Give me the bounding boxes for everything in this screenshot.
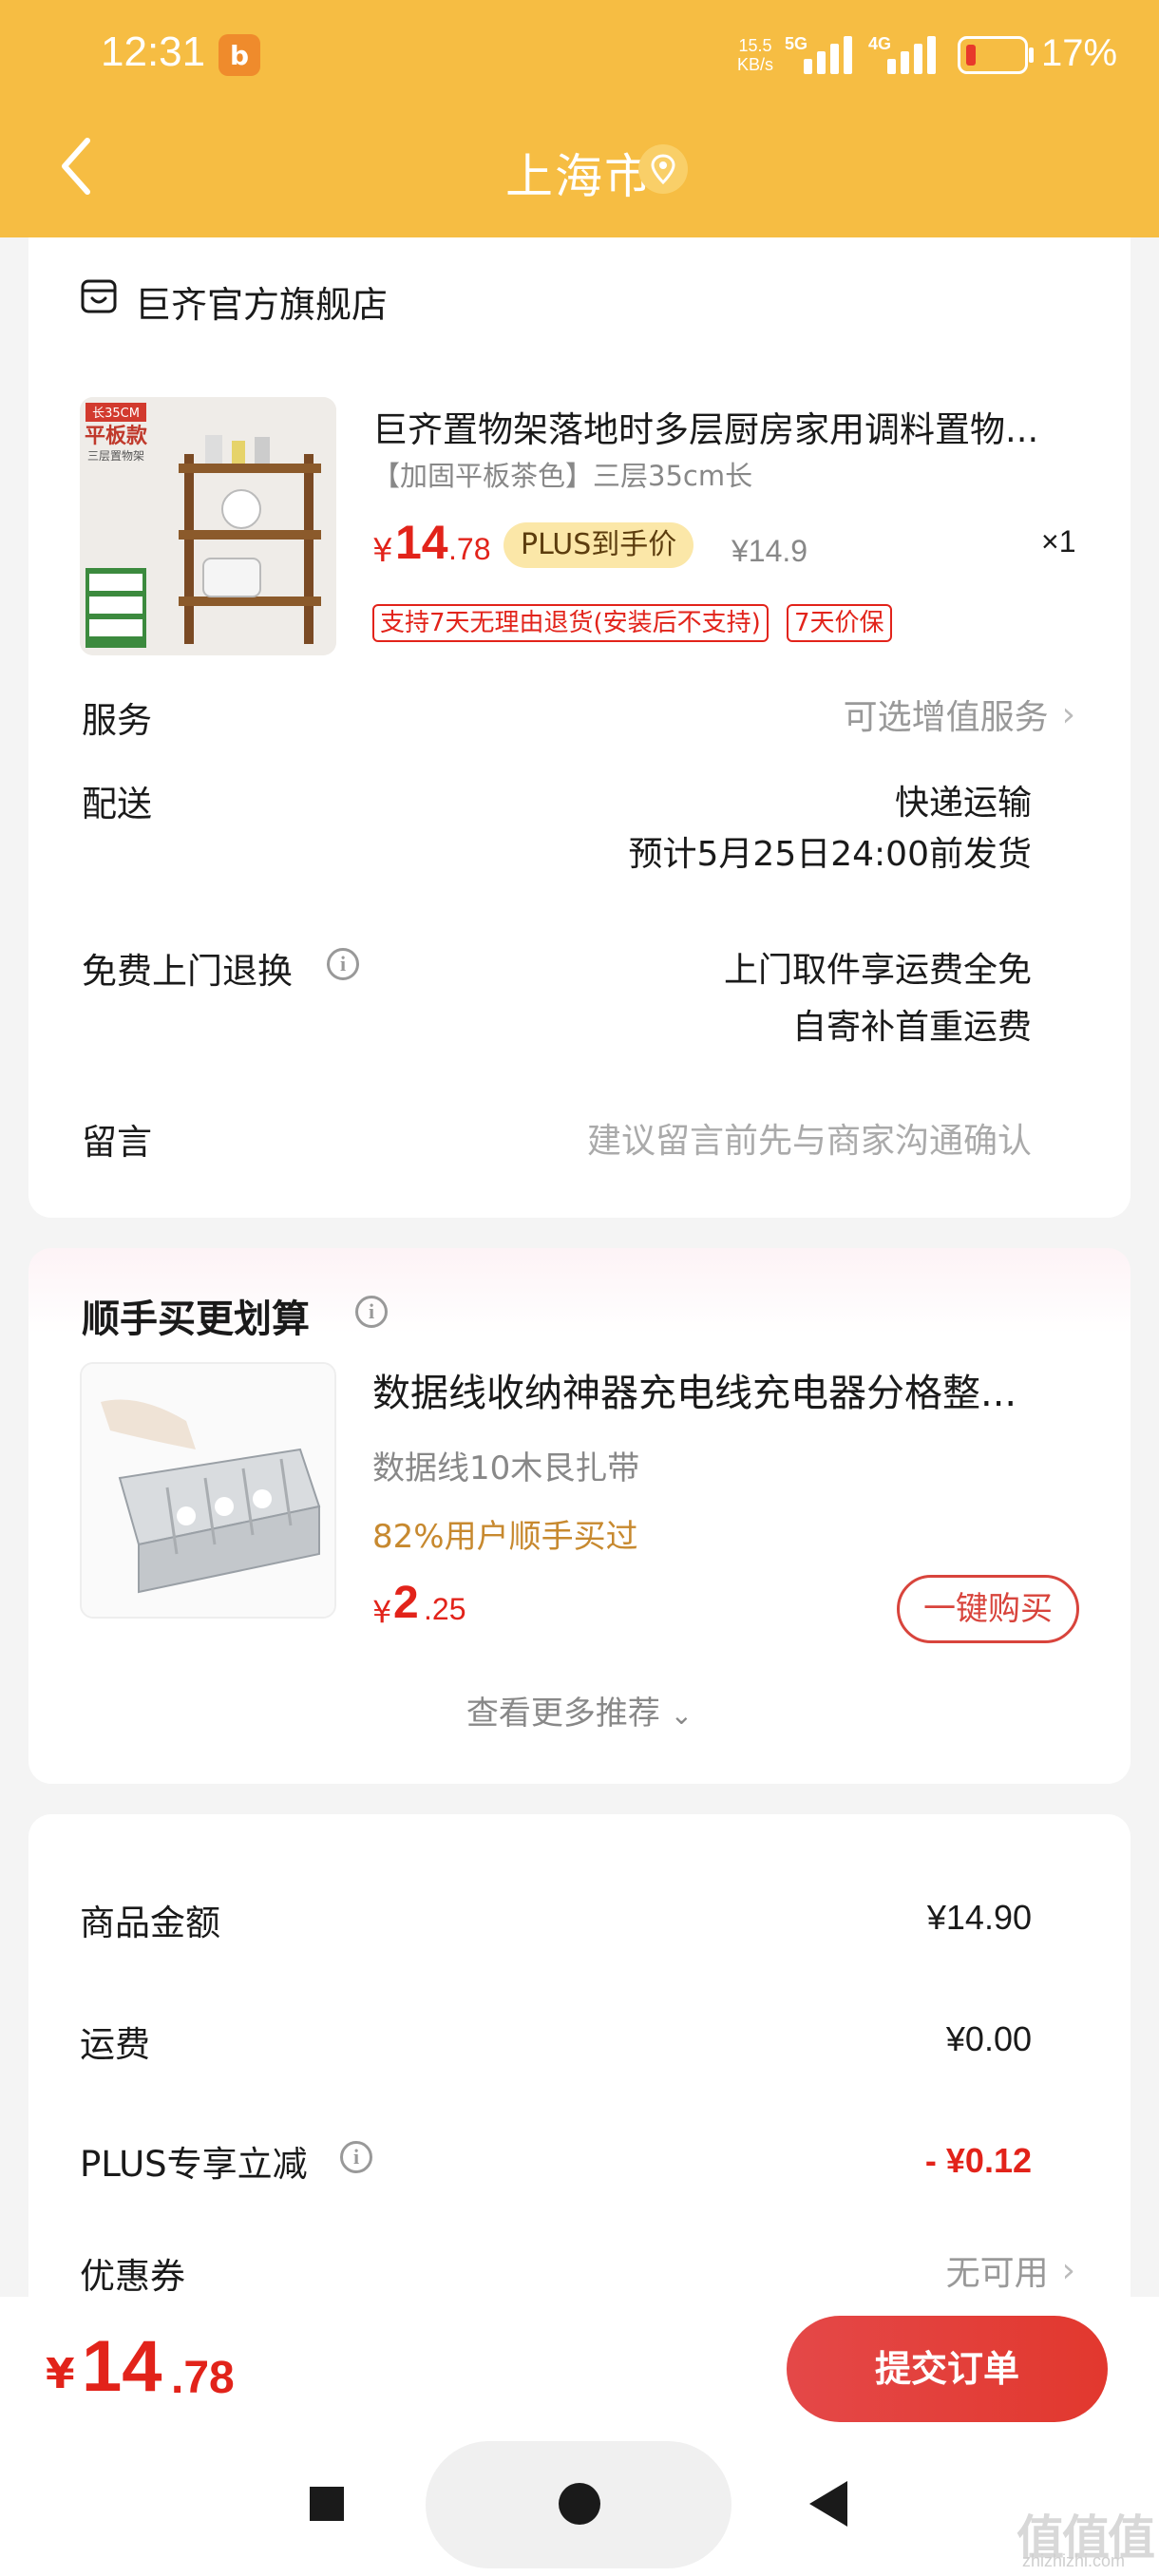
- more-recommendations-link[interactable]: 查看更多推荐 ⌄: [28, 1687, 1130, 1733]
- shop-icon: [81, 279, 117, 313]
- info-icon[interactable]: i: [355, 1296, 388, 1328]
- app-notification-icon: b: [218, 34, 260, 76]
- coupon-selector[interactable]: 无可用 ›: [946, 2245, 1075, 2295]
- quantity: ×1: [1041, 524, 1076, 559]
- price-protect-tag: 7天价保: [787, 604, 892, 642]
- original-price: ¥14.9: [732, 534, 808, 568]
- chevron-right-icon: ›: [1061, 694, 1075, 734]
- page-title[interactable]: 上海市: [0, 139, 1159, 207]
- checkout-bar: ¥ 14 .78 提交订单: [0, 2297, 1159, 2430]
- back-triangle-icon[interactable]: [808, 2479, 849, 2529]
- plus-discount-label: PLUS专享立减: [80, 2144, 308, 2185]
- coupon-value: 无可用: [945, 2254, 1049, 2293]
- price-symbol: ¥: [372, 532, 393, 570]
- watermark-url: zhizhizhi.com: [1022, 2551, 1126, 2570]
- shop-name[interactable]: 巨齐官方旗舰店: [135, 275, 388, 328]
- delivery-eta: 预计5月25日24:00前发货: [628, 835, 1032, 874]
- product-image[interactable]: 长35CM 平板款 三层置物架: [80, 397, 336, 655]
- return-line2: 自寄补首重运费: [791, 1008, 1032, 1047]
- home-circle-icon[interactable]: [559, 2483, 600, 2525]
- goods-amount-value: ¥14.90: [926, 1898, 1032, 1937]
- recommend-title: 顺手买更划算: [82, 1297, 310, 1341]
- image-label-sub: 三层置物架: [87, 449, 144, 463]
- one-click-buy-button[interactable]: 一键购买: [897, 1575, 1079, 1643]
- recommend-price-symbol: ¥: [372, 1594, 392, 1630]
- delivery-method[interactable]: 快递运输: [895, 775, 1032, 824]
- return-label: 免费上门退换: [82, 951, 293, 992]
- header-bar: 12:31 b 15.5 KB/s 5G 4G 17% 上海市: [0, 0, 1159, 237]
- delivery-label: 配送: [82, 784, 152, 824]
- service-selector[interactable]: 可选增值服务 ›: [844, 690, 1075, 739]
- system-nav-bar: [0, 2430, 1159, 2576]
- battery-percent: 17%: [1041, 32, 1118, 74]
- plus-price-badge: PLUS到手价: [504, 522, 694, 568]
- image-label-main: 平板款: [85, 424, 148, 448]
- status-time: 12:31: [101, 28, 206, 75]
- message-label: 留言: [82, 1122, 152, 1163]
- product-spec[interactable]: 【加固平板茶色】三层35cm长: [372, 454, 752, 494]
- recommend-card: 顺手买更划算 i 数据线收纳神器充电线充电器分格整... 数据线10木艮扎带 8…: [28, 1248, 1130, 1784]
- total-integer: 14: [82, 2326, 162, 2407]
- service-value: 可选增值服务: [843, 698, 1049, 737]
- plus-discount-value: - ¥0.12: [924, 2141, 1032, 2180]
- return-policy-tag: 支持7天无理由退货(安装后不支持): [372, 604, 769, 642]
- location-icon[interactable]: [638, 144, 688, 194]
- message-input[interactable]: 建议留言前先与商家沟通确认: [587, 1113, 1032, 1163]
- total-decimal: .78: [171, 2353, 235, 2403]
- recommend-product-image[interactable]: [80, 1362, 336, 1619]
- goods-amount-label: 商品金额: [80, 1903, 220, 1943]
- order-card: 巨齐官方旗舰店 长35CM 平板款 三层置物架 巨齐置物架落地时多层厨房家用调料…: [28, 237, 1130, 1218]
- chevron-down-icon: ⌄: [670, 1699, 694, 1731]
- signal-5g-icon: [804, 36, 852, 74]
- price-decimal: .78: [448, 532, 491, 566]
- submit-order-button[interactable]: 提交订单: [787, 2316, 1108, 2422]
- image-label-top: 长35CM: [92, 407, 140, 421]
- battery-cap: [1029, 47, 1034, 63]
- battery-level: [966, 45, 976, 66]
- product-title[interactable]: 巨齐置物架落地时多层厨房家用调料置物...: [372, 401, 1113, 452]
- shipping-value: ¥0.00: [945, 2019, 1032, 2058]
- shipping-label: 运费: [80, 2024, 150, 2065]
- recommend-price-integer: 2: [393, 1578, 419, 1628]
- service-label: 服务: [82, 700, 152, 741]
- chevron-right-icon: ›: [1061, 2250, 1075, 2290]
- info-icon[interactable]: i: [340, 2141, 372, 2173]
- return-line1: 上门取件享运费全免: [723, 951, 1032, 990]
- info-icon[interactable]: i: [327, 948, 359, 980]
- status-bar: 12:31 b 15.5 KB/s 5G 4G 17%: [0, 0, 1159, 112]
- coupon-label: 优惠券: [80, 2256, 185, 2297]
- price-summary-card: 商品金额 ¥14.90 运费 ¥0.00 PLUS专享立减 i - ¥0.12 …: [28, 1814, 1130, 2308]
- recommend-popularity: 82%用户顺手买过: [372, 1518, 638, 1556]
- signal-4g-icon: [887, 36, 936, 74]
- recommend-product-spec: 数据线10木艮扎带: [372, 1449, 640, 1487]
- battery-icon: [958, 36, 1028, 74]
- recommend-product-title[interactable]: 数据线收纳神器充电线充电器分格整...: [372, 1362, 1094, 1417]
- total-symbol: ¥: [46, 2350, 75, 2398]
- recommend-price-decimal: .25: [424, 1592, 466, 1626]
- price-integer: 14: [395, 516, 448, 569]
- stop-square-icon[interactable]: [310, 2487, 344, 2521]
- network-speed: 15.5 KB/s: [737, 36, 774, 74]
